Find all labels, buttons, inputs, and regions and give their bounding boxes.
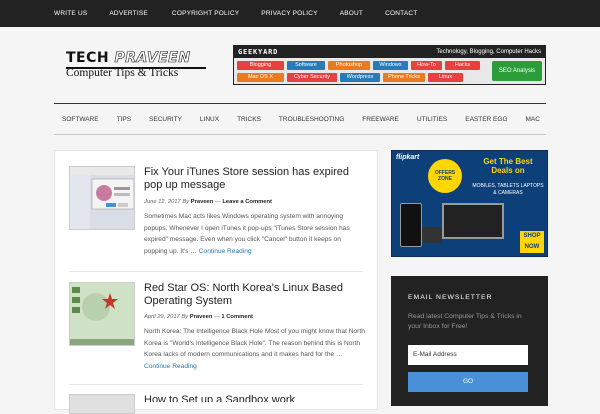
email-field[interactable]: E-Mail Address xyxy=(408,345,528,365)
newsletter-widget: EMAIL NEWSLETTER Read latest Computer Ti… xyxy=(391,276,548,406)
logo-rule xyxy=(66,67,206,69)
geekyard-banner[interactable]: GEEKYARD Technology, Blogging, Computer … xyxy=(233,45,546,85)
top-bar: WRITE US ADVERTISE COPYRIGHT POLICY PRIV… xyxy=(0,0,600,27)
camera-image xyxy=(422,227,442,243)
banner-tag[interactable]: Software xyxy=(287,61,325,70)
top-nav: WRITE US ADVERTISE COPYRIGHT POLICY PRIV… xyxy=(54,0,439,27)
newsletter-description: Read latest Computer Tips & Tricks in yo… xyxy=(408,313,522,330)
banner-header: GEEKYARD Technology, Blogging, Computer … xyxy=(234,46,545,58)
post-divider xyxy=(69,384,363,385)
post-thumbnail[interactable] xyxy=(69,166,135,230)
nav-easter-egg[interactable]: EASTER EGG xyxy=(465,116,507,123)
ad-offers-zone-badge: OFFERS ZONE xyxy=(428,159,462,193)
post-excerpt: Sometimes Mac acts likes Windows operati… xyxy=(144,211,366,257)
continue-reading-link[interactable]: Continue Reading xyxy=(199,248,252,255)
site-header: TECH PRAVEEN Computer Tips & Tricks GEEK… xyxy=(0,27,600,103)
seo-analysis-button[interactable]: SEO Analysis xyxy=(492,61,542,81)
topnav-write-us[interactable]: WRITE US xyxy=(54,10,87,17)
nav-linux[interactable]: LINUX xyxy=(200,116,219,123)
topnav-contact[interactable]: CONTACT xyxy=(385,10,417,17)
newsletter-title: EMAIL NEWSLETTER xyxy=(408,294,493,301)
continue-reading-link[interactable]: Continue Reading xyxy=(144,363,197,370)
banner-tag[interactable]: Phone Tricks xyxy=(383,73,425,82)
ad-subline: MOBILES, TABLETS LAPTOPS & CAMERAS xyxy=(472,183,544,196)
topnav-advertise[interactable]: ADVERTISE xyxy=(109,10,148,17)
itunes-screenshot-image xyxy=(70,175,134,229)
nav-security[interactable]: SECURITY xyxy=(149,116,182,123)
nav-freeware[interactable]: FREEWARE xyxy=(362,116,399,123)
post-comments[interactable]: Leave a Comment xyxy=(222,199,272,205)
post-by: By xyxy=(181,314,189,320)
post-card: Fix Your iTunes Store session has expire… xyxy=(69,166,363,266)
topnav-privacy-policy[interactable]: PRIVACY POLICY xyxy=(261,10,317,17)
post-author[interactable]: Praveen xyxy=(190,314,213,320)
post-excerpt: North Korea: The Intelligence Black Hole… xyxy=(144,326,366,372)
post-comments[interactable]: 1 Comment xyxy=(221,314,253,320)
post-excerpt-text: North Korea: The Intelligence Black Hole… xyxy=(144,328,365,358)
banner-tagline: Technology, Blogging, Computer Hacks xyxy=(436,49,541,55)
ad-headline: Get The Best Deals on xyxy=(483,157,533,175)
topnav-copyright-policy[interactable]: COPYRIGHT POLICY xyxy=(172,10,239,17)
banner-tag[interactable]: Windows xyxy=(373,61,408,70)
post-author[interactable]: Praveen xyxy=(191,199,214,205)
logo-praveen: PRAVEEN xyxy=(114,50,191,66)
banner-tag[interactable]: Cyber Security xyxy=(287,73,337,82)
post-title[interactable]: How to Set up a Sandbox work xyxy=(144,394,366,402)
post-divider xyxy=(69,271,363,272)
nav-troubleshooting[interactable]: TROUBLESHOOTING xyxy=(279,116,344,123)
post-card: How to Set up a Sandbox work xyxy=(69,394,363,414)
banner-tag[interactable]: Wordpress xyxy=(340,73,380,82)
banner-tag[interactable]: Linux xyxy=(428,73,463,82)
post-by: By xyxy=(182,199,190,205)
go-button[interactable]: GO xyxy=(408,372,528,392)
nav-tips[interactable]: TIPS xyxy=(117,116,131,123)
post-date: April 29, 2017 xyxy=(144,314,180,320)
shop-now-badge: SHOP NOW xyxy=(520,231,544,253)
post-meta: April 29, 2017 By Praveen — 1 Comment xyxy=(144,314,253,320)
nav-utilities[interactable]: UTILITIES xyxy=(417,116,447,123)
banner-tag[interactable]: How-To xyxy=(411,61,442,70)
nav-mac[interactable]: MAC xyxy=(526,116,540,123)
banner-tag[interactable]: Mac OS X xyxy=(237,73,284,82)
red-star-os-image xyxy=(70,283,134,345)
banner-tag[interactable]: Hacks xyxy=(445,61,480,70)
laptop-image xyxy=(442,203,504,239)
post-title[interactable]: Fix Your iTunes Store session has expire… xyxy=(144,166,366,192)
post-title[interactable]: Red Star OS: North Korea's Linux Based O… xyxy=(144,282,366,308)
post-thumbnail[interactable] xyxy=(69,282,135,346)
nav-software[interactable]: SOFTWARE xyxy=(62,116,99,123)
ad-brand: flipkart xyxy=(396,154,420,161)
post-card: Red Star OS: North Korea's Linux Based O… xyxy=(69,282,366,382)
nav-tricks[interactable]: TRICKS xyxy=(237,116,261,123)
post-date: June 12, 2017 xyxy=(144,199,181,205)
main-nav: SOFTWARE TIPS SECURITY LINUX TRICKS TROU… xyxy=(54,103,546,135)
banner-tag[interactable]: Blogging xyxy=(237,61,284,70)
flipkart-ad[interactable]: flipkart OFFERS ZONE Get The Best Deals … xyxy=(391,150,548,257)
site-logo[interactable]: TECH PRAVEEN Computer Tips & Tricks xyxy=(66,51,206,83)
banner-tags: Blogging Software Photoshop Windows How-… xyxy=(237,61,507,85)
logo-tech: TECH xyxy=(66,50,115,66)
post-list: Fix Your iTunes Store session has expire… xyxy=(54,150,378,414)
post-meta: June 12, 2017 By Praveen — Leave a Comme… xyxy=(144,199,272,205)
banner-name: GEEKYARD xyxy=(238,48,279,56)
phone-image xyxy=(400,203,422,247)
post-thumbnail[interactable] xyxy=(69,394,135,414)
topnav-about[interactable]: ABOUT xyxy=(340,10,363,17)
banner-tag[interactable]: Photoshop xyxy=(328,61,370,70)
